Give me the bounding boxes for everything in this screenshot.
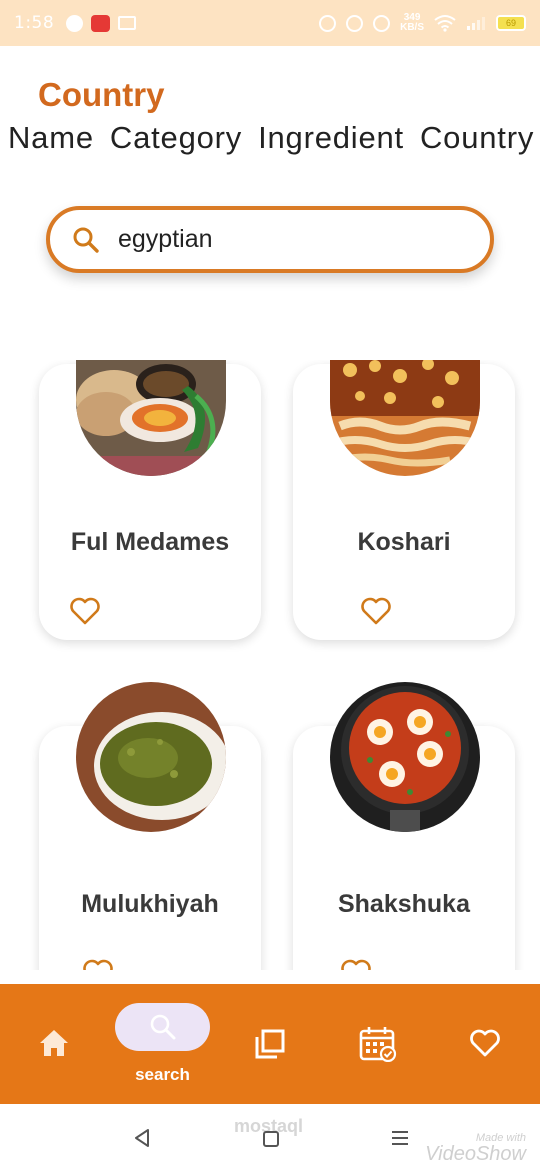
calendar-icon[interactable] (359, 1026, 397, 1062)
meal-name: Mulukhiyah (81, 890, 219, 918)
system-navigation-bar: mostaql Made with VideoShow (0, 1104, 540, 1170)
back-icon[interactable] (132, 1128, 152, 1148)
recording-icon (91, 14, 111, 32)
meal-image (76, 682, 226, 832)
meal-card-koshari[interactable]: Koshari (293, 360, 515, 640)
messenger-icon (66, 14, 84, 32)
search-bar[interactable] (46, 206, 494, 273)
watermark-line2: VideoShow (425, 1143, 526, 1165)
meal-name: Shakshuka (337, 890, 470, 918)
meal-name: Ful Medames (70, 528, 230, 556)
meal-image (330, 360, 480, 476)
mail-icon (118, 16, 137, 30)
alarm-icon (346, 14, 364, 32)
app-screen: 1:58 349 KB/S 69 Country Name Category I… (0, 0, 540, 1170)
search-input[interactable] (118, 225, 448, 254)
volte-icon (373, 14, 391, 32)
battery-icon: 69 (496, 15, 526, 31)
page-title: Country (38, 76, 165, 113)
tab-category[interactable]: Category (110, 120, 242, 156)
meal-grid: Ful Medames Koshari Mulukhiyah Shakshuka (0, 360, 540, 970)
filter-tabs: Name Category Ingredient Country (8, 120, 538, 156)
notification-icons (66, 14, 137, 32)
bottom-navigation: search (0, 984, 540, 1104)
heart-icon[interactable] (360, 596, 392, 626)
search-icon (73, 227, 99, 253)
signal-icon (467, 17, 485, 30)
meal-card-ful-medames[interactable]: Ful Medames (39, 360, 261, 640)
meal-name: Koshari (357, 528, 451, 556)
heart-icon[interactable] (469, 1028, 501, 1058)
meal-card-shakshuka[interactable]: Shakshuka (293, 682, 515, 970)
meal-card-mulukhiyah[interactable]: Mulukhiyah (39, 682, 261, 970)
network-speed: 349 KB/S (400, 13, 424, 33)
meal-photo (76, 682, 226, 832)
search-nav-label[interactable]: search (115, 1065, 210, 1085)
tab-name[interactable]: Name (8, 120, 94, 156)
headset-icon (319, 14, 337, 32)
wifi-icon (434, 15, 456, 32)
meal-photo (330, 360, 480, 476)
search-nav-button[interactable] (115, 1003, 210, 1051)
status-bar: 1:58 349 KB/S 69 (0, 0, 540, 46)
videoshow-watermark: Made with VideoShow (425, 1130, 526, 1165)
meal-photo (330, 682, 480, 832)
tab-country[interactable]: Country (420, 120, 534, 156)
meal-image (330, 682, 480, 832)
category-icon[interactable] (254, 1028, 286, 1060)
meal-photo (76, 360, 226, 476)
heart-icon[interactable] (340, 958, 372, 970)
status-time: 1:58 (14, 13, 55, 33)
home-square-icon[interactable] (262, 1130, 280, 1148)
heart-icon[interactable] (82, 958, 114, 970)
speed-unit: KB/S (400, 22, 424, 33)
home-icon[interactable] (38, 1028, 70, 1058)
meal-image (76, 360, 226, 476)
status-right-icons: 349 KB/S 69 (319, 13, 526, 33)
recents-icon[interactable] (390, 1128, 410, 1148)
search-icon (150, 1014, 175, 1040)
tab-ingredient[interactable]: Ingredient (258, 120, 404, 156)
heart-icon[interactable] (69, 596, 101, 626)
